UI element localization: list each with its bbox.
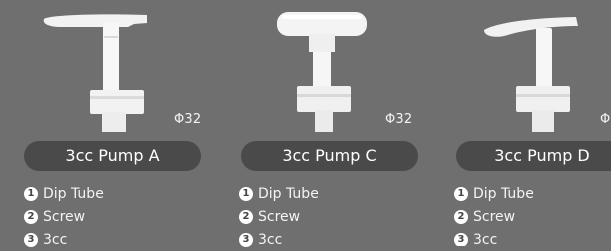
spec-list: 1 Dip Tube 2 Screw 3 3cc <box>24 182 104 251</box>
number-1-icon: 1 <box>454 186 468 201</box>
spec-item-screw: 2 Screw <box>239 205 319 228</box>
diameter-label: Φ32 <box>174 112 202 127</box>
product-card-pump-d: Φ 3cc Pump D 1 Dip Tube 2 Screw 3 3cc <box>454 0 611 246</box>
pump-d-image <box>484 17 578 132</box>
spec-list: 1 Dip Tube 2 Screw 3 3cc <box>454 182 534 246</box>
spec-item-dip-tube: 1 Dip Tube <box>454 182 534 205</box>
number-2-icon: 2 <box>239 209 253 224</box>
number-2-icon: 2 <box>24 209 38 224</box>
spec-label: Screw <box>43 208 86 225</box>
number-3-icon: 3 <box>24 232 38 247</box>
spec-item-dip-tube: 1 Dip Tube <box>24 182 104 205</box>
spec-item-volume: 3 3cc <box>454 228 534 246</box>
number-1-icon: 1 <box>239 186 253 201</box>
spec-label: 3cc <box>43 231 68 248</box>
number-2-icon: 2 <box>454 209 468 224</box>
spec-label: Screw <box>258 208 301 225</box>
product-name-pill: 3cc Pump A <box>24 141 201 171</box>
spec-label: Dip Tube <box>258 185 319 202</box>
spec-list: 1 Dip Tube 2 Screw 3 3cc <box>239 182 319 251</box>
spec-label: Screw <box>473 208 516 225</box>
number-3-icon: 3 <box>239 232 253 247</box>
product-name-pill: 3cc Pump D <box>456 141 611 171</box>
product-name-pill: 3cc Pump C <box>241 141 418 171</box>
diameter-label: Φ <box>600 112 611 127</box>
product-card-pump-a: Φ32 3cc Pump A 1 Dip Tube 2 Screw 3 3cc <box>24 0 224 248</box>
spec-label: 3cc <box>258 231 283 248</box>
diameter-label: Φ32 <box>385 112 413 127</box>
spec-label: Dip Tube <box>43 185 104 202</box>
spec-item-screw: 2 Screw <box>454 205 534 228</box>
spec-item-volume: 3 3cc <box>239 228 319 251</box>
spec-label: 3cc <box>473 231 498 247</box>
spec-item-volume: 3 3cc <box>24 228 104 251</box>
number-3-icon: 3 <box>454 232 468 246</box>
spec-item-dip-tube: 1 Dip Tube <box>239 182 319 205</box>
number-1-icon: 1 <box>24 186 38 201</box>
spec-label: Dip Tube <box>473 185 534 202</box>
spec-item-screw: 2 Screw <box>24 205 104 228</box>
product-card-pump-c: Φ32 3cc Pump C 1 Dip Tube 2 Screw 3 3cc <box>239 0 439 248</box>
